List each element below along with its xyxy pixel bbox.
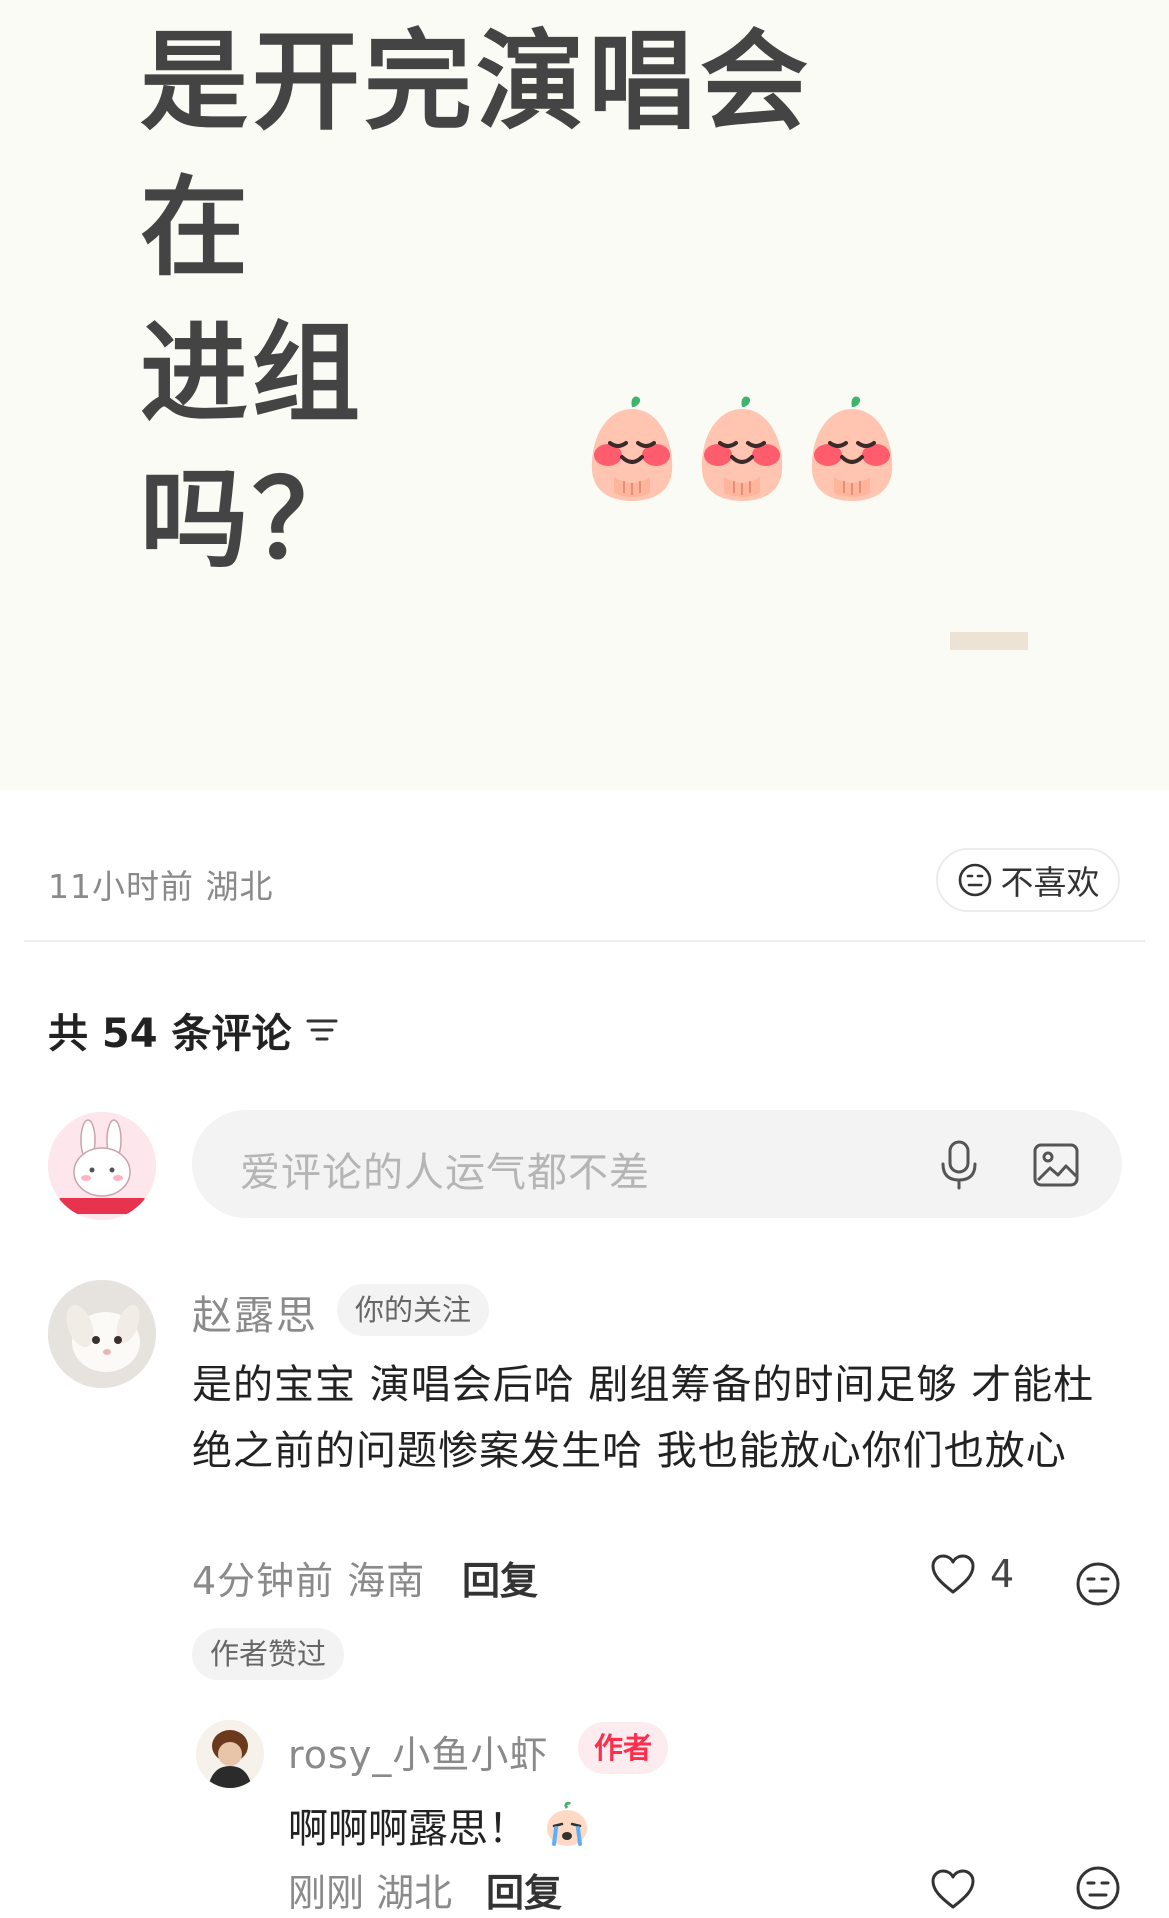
comment-input[interactable]: 爱评论的人运气都不差 — [192, 1110, 1122, 1218]
note-detail-page: 是开完演唱会在 进组吗？ 11小时前 湖北 不喜欢 共 54 条评论 爱评论的人… — [0, 0, 1169, 1918]
author-avatar-image — [196, 1720, 264, 1788]
sort-filter-icon[interactable] — [304, 1015, 340, 1045]
reply-reply-button[interactable]: 回复 — [486, 1862, 562, 1917]
reply-time-location: 刚刚 湖北 — [288, 1871, 453, 1915]
peach-blush-icon — [701, 396, 783, 501]
like-button[interactable]: 4 — [930, 1552, 1014, 1596]
commenter-avatar[interactable] — [48, 1280, 156, 1388]
image-strip-decoration — [950, 632, 1028, 650]
following-tag: 你的关注 — [337, 1284, 490, 1336]
bunny-avatar-image — [48, 1112, 156, 1220]
reply-text-row: 啊啊啊露思！ — [288, 1796, 592, 1854]
comment-time-location: 4分钟前 海南 — [192, 1559, 426, 1603]
note-title-line1: 是开完演唱会在 — [140, 20, 813, 291]
microphone-icon[interactable] — [937, 1140, 981, 1190]
my-avatar[interactable] — [48, 1112, 156, 1220]
emoji-row — [584, 393, 900, 503]
peach-blush-icon — [811, 396, 893, 501]
commenter-name[interactable]: 赵露思 — [192, 1283, 318, 1341]
rabbit-photo-avatar — [48, 1280, 156, 1388]
heart-icon — [931, 1554, 975, 1594]
peach-blush-icon — [591, 396, 673, 501]
comments-header: 共 54 条评论 — [48, 1000, 340, 1060]
reply-button[interactable]: 回复 — [462, 1550, 538, 1605]
reply-user-name[interactable]: rosy_小鱼小虾 — [288, 1724, 548, 1779]
note-title-line2: 进组吗？ — [140, 312, 365, 583]
note-title: 是开完演唱会在 进组吗？ — [140, 10, 900, 594]
like-count: 4 — [990, 1552, 1015, 1596]
comment-input-placeholder: 爱评论的人运气都不差 — [240, 1150, 650, 1196]
heart-icon[interactable] — [930, 1868, 976, 1910]
comments-count: 共 54 条评论 — [48, 1011, 292, 1057]
meh-face-icon — [958, 863, 991, 897]
note-meta-row: 11小时前 湖北 不喜欢 — [0, 820, 1169, 940]
note-title-line2-row: 进组吗？ — [140, 302, 900, 594]
comment-text: 是的宝宝 演唱会后哈 剧组筹备的时间足够 才能杜绝之前的问题惨案发生哈 我也能放… — [192, 1362, 1095, 1474]
author-tag: 作者 — [578, 1722, 669, 1774]
dislike-button[interactable]: 不喜欢 — [936, 848, 1120, 912]
crying-emoji-icon — [547, 1801, 587, 1846]
dislike-label: 不喜欢 — [1000, 863, 1100, 902]
dislike-face-icon[interactable] — [1074, 1560, 1122, 1608]
note-image[interactable]: 是开完演唱会在 进组吗？ — [0, 0, 1169, 790]
image-icon[interactable] — [1032, 1142, 1080, 1188]
author-liked-badge: 作者赞过 — [192, 1628, 345, 1680]
reply-text: 啊啊啊露思！ — [288, 1806, 528, 1852]
divider — [24, 940, 1145, 942]
note-time-location: 11小时前 湖北 — [48, 867, 274, 906]
dislike-face-icon[interactable] — [1074, 1864, 1122, 1912]
reply-avatar[interactable] — [196, 1720, 264, 1788]
